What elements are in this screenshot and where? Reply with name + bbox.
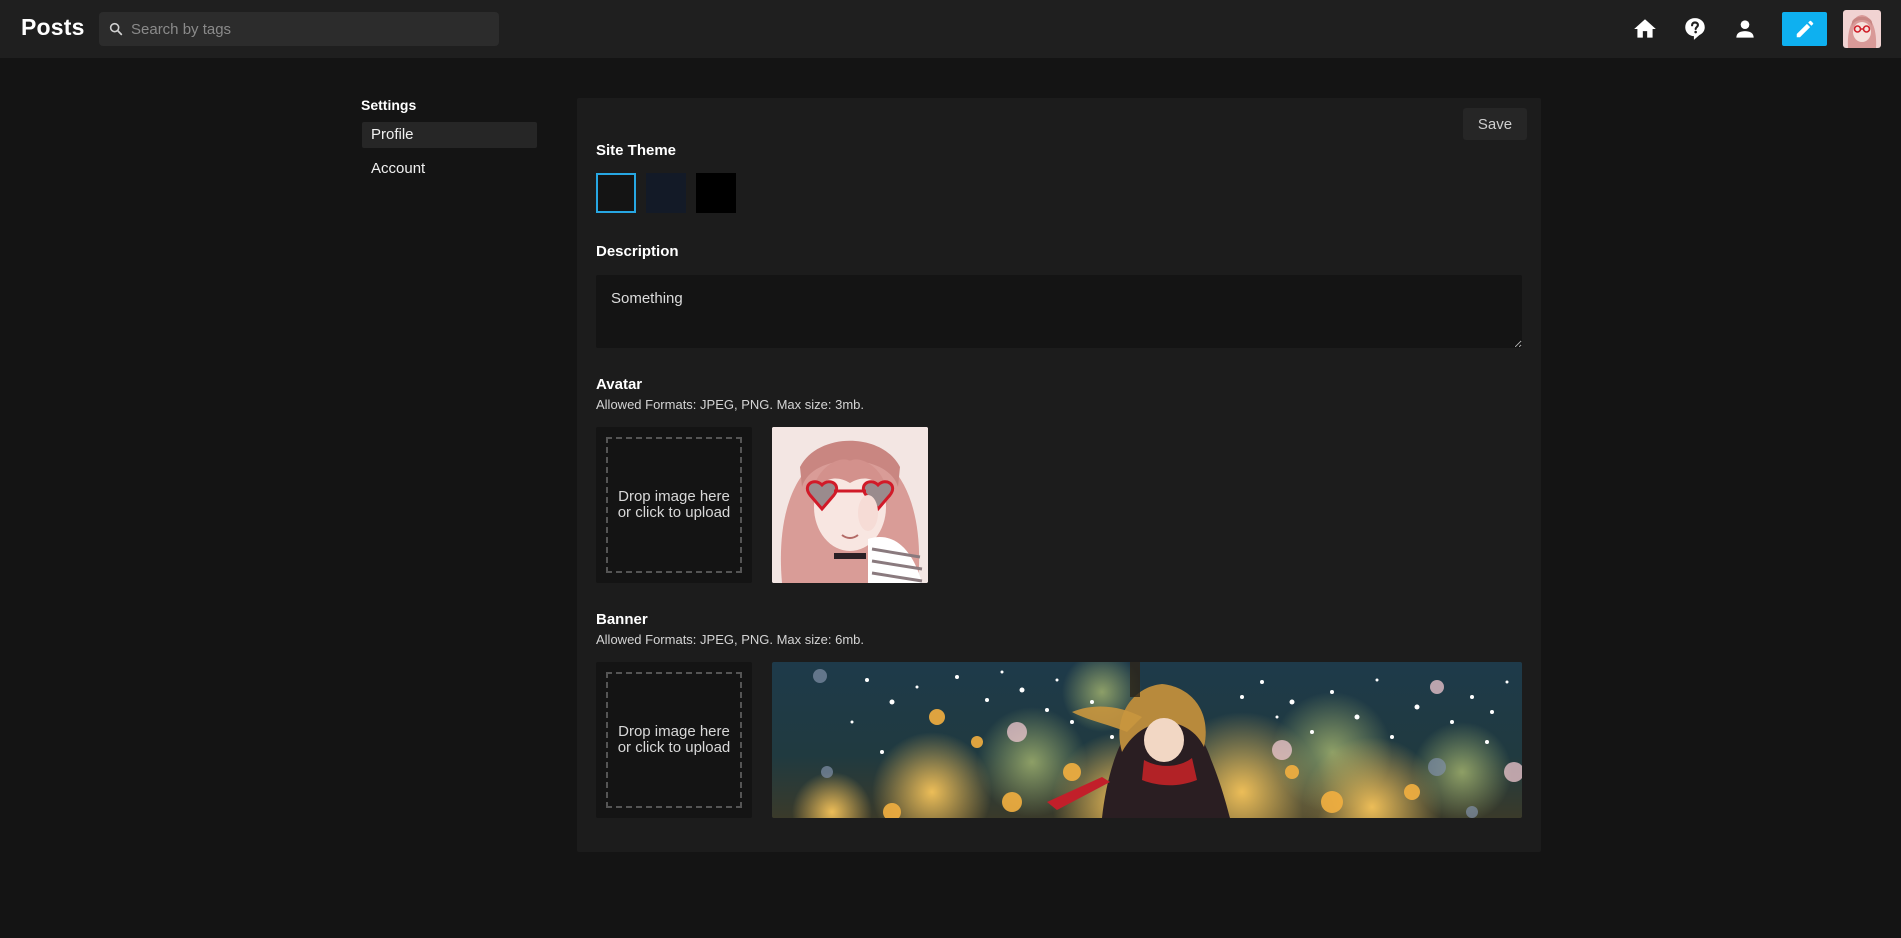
description-title: Description	[596, 243, 679, 260]
banner-preview	[772, 662, 1522, 818]
banner-title: Banner	[596, 611, 648, 628]
profile-button[interactable]	[1730, 14, 1760, 44]
help-button[interactable]	[1680, 14, 1710, 44]
top-bar: Posts	[0, 0, 1901, 58]
user-avatar[interactable]	[1843, 10, 1881, 48]
home-icon	[1634, 19, 1656, 38]
banner-dropzone[interactable]: Drop image here or click to upload	[596, 662, 752, 818]
sidebar-item-profile[interactable]: Profile	[362, 122, 537, 148]
avatar-format-hint: Allowed Formats: JPEG, PNG. Max size: 3m…	[596, 397, 865, 412]
user-icon	[1736, 20, 1754, 38]
help-icon	[1685, 18, 1705, 40]
compose-button[interactable]	[1782, 12, 1827, 46]
search-icon	[109, 22, 123, 36]
avatar-preview-image	[772, 427, 928, 583]
banner-format-hint: Allowed Formats: JPEG, PNG. Max size: 6m…	[596, 632, 865, 647]
banner-dropzone-border: Drop image here or click to upload	[606, 672, 742, 808]
sidebar-item-account[interactable]: Account	[362, 156, 537, 182]
avatar-dropzone-border: Drop image here or click to upload	[606, 437, 742, 573]
avatar-preview	[772, 427, 928, 583]
pencil-icon	[1796, 20, 1813, 38]
brand-logo[interactable]: Posts	[21, 14, 85, 41]
search-box[interactable]	[99, 12, 499, 46]
settings-panel: Save Site Theme Description Something Av…	[577, 98, 1541, 852]
description-textarea[interactable]: Something	[596, 275, 1522, 348]
avatar-dropzone-text: Drop image here or click to upload	[617, 488, 731, 521]
avatar-dropzone[interactable]: Drop image here or click to upload	[596, 427, 752, 583]
theme-swatch-black[interactable]	[696, 173, 736, 213]
home-button[interactable]	[1630, 14, 1660, 44]
settings-heading: Settings	[361, 97, 417, 113]
avatar-title: Avatar	[596, 376, 643, 393]
save-button[interactable]: Save	[1463, 108, 1527, 140]
theme-swatch-dark[interactable]	[596, 173, 636, 213]
site-theme-title: Site Theme	[596, 142, 677, 159]
avatar-image	[1843, 10, 1881, 48]
theme-swatch-navy[interactable]	[646, 173, 686, 213]
banner-dropzone-text: Drop image here or click to upload	[617, 723, 731, 756]
banner-preview-image	[772, 662, 1522, 818]
search-input[interactable]	[131, 12, 491, 46]
